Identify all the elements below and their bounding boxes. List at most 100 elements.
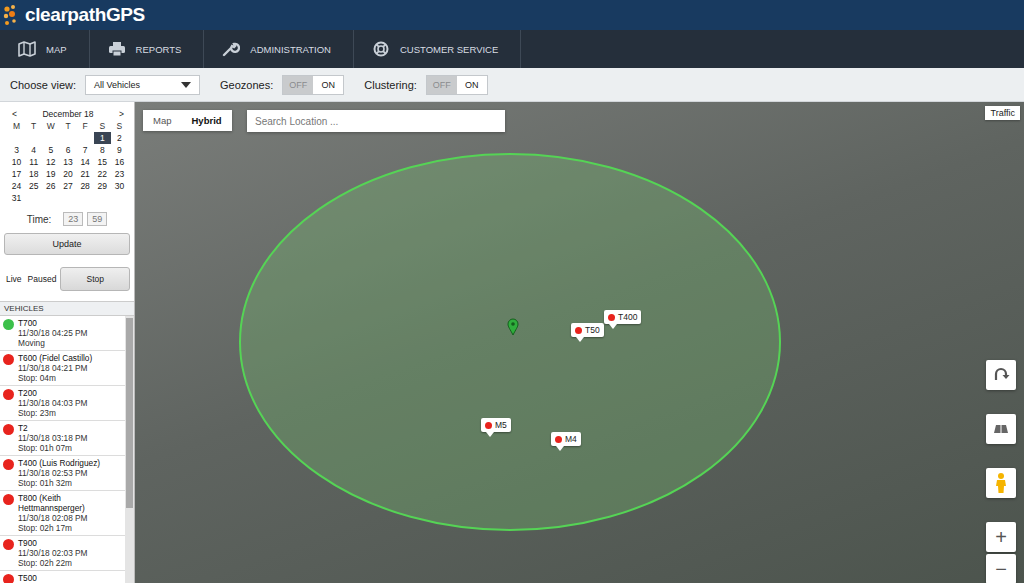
calendar-day[interactable]: 21 bbox=[77, 168, 94, 180]
calendar-day[interactable]: 6 bbox=[59, 144, 76, 156]
playback-option[interactable]: Paused bbox=[26, 274, 59, 284]
status-dot bbox=[3, 494, 14, 505]
toggle-option[interactable]: ON bbox=[313, 76, 343, 94]
calendar-day[interactable]: 13 bbox=[59, 156, 76, 168]
calendar-day[interactable]: 1 bbox=[94, 132, 111, 144]
prev-month-button[interactable]: < bbox=[12, 108, 17, 120]
rotate-icon bbox=[992, 366, 1010, 384]
vehicle-row[interactable]: T700 11/30/18 04:25 PM Moving bbox=[0, 316, 125, 351]
calendar-day[interactable]: 3 bbox=[8, 144, 25, 156]
vehicle-row[interactable]: T500 bbox=[0, 571, 125, 583]
view-dropdown[interactable]: All Vehicles bbox=[85, 75, 200, 95]
calendar-month: December 18 bbox=[42, 108, 93, 120]
minute-field[interactable]: 59 bbox=[87, 212, 107, 226]
calendar: < December 18 > MTWTFSS 1234567891011121… bbox=[0, 102, 134, 204]
vehicle-row[interactable]: T400 (Luis Rodriguez) 11/30/18 02:53 PM … bbox=[0, 456, 125, 491]
calendar-day bbox=[59, 132, 76, 144]
main-body: < December 18 > MTWTFSS 1234567891011121… bbox=[0, 102, 1024, 583]
nav-item[interactable]: CUSTOMER SERVICE bbox=[354, 30, 521, 68]
vehicle-marker[interactable]: M4 bbox=[551, 432, 581, 446]
calendar-day[interactable]: 23 bbox=[111, 168, 128, 180]
weekday: T bbox=[59, 120, 76, 132]
calendar-day[interactable]: 27 bbox=[59, 180, 76, 192]
dropdown-arrow-icon bbox=[181, 82, 191, 88]
calendar-day[interactable]: 15 bbox=[94, 156, 111, 168]
calendar-header: < December 18 > bbox=[8, 108, 128, 120]
vehicle-name: T500 bbox=[18, 573, 37, 583]
vehicle-row[interactable]: T600 (Fidel Castillo) 11/30/18 04:21 PM … bbox=[0, 351, 125, 386]
vehicle-marker[interactable]: T50 bbox=[571, 323, 604, 337]
calendar-day[interactable]: 26 bbox=[42, 180, 59, 192]
toggle-option[interactable]: OFF bbox=[283, 76, 313, 94]
nav-item[interactable]: MAP bbox=[0, 30, 90, 68]
calendar-day[interactable]: 11 bbox=[25, 156, 42, 168]
map-type-tabs: MapHybrid bbox=[143, 110, 232, 131]
calendar-week: 10111213141516 bbox=[8, 156, 128, 168]
playback-option[interactable]: Stop bbox=[60, 267, 130, 291]
tilt-button[interactable] bbox=[986, 414, 1016, 444]
vehicle-marker[interactable]: T400 bbox=[604, 310, 641, 324]
hour-field[interactable]: 23 bbox=[63, 212, 83, 226]
toggle-option[interactable]: ON bbox=[457, 76, 487, 94]
calendar-day[interactable]: 25 bbox=[25, 180, 42, 192]
calendar-day[interactable]: 10 bbox=[8, 156, 25, 168]
calendar-day[interactable]: 16 bbox=[111, 156, 128, 168]
calendar-day[interactable]: 20 bbox=[59, 168, 76, 180]
geozone-center-pin-icon[interactable] bbox=[507, 318, 519, 336]
scrollbar[interactable] bbox=[125, 316, 134, 583]
logo[interactable]: clearpathGPS bbox=[2, 4, 145, 26]
calendar-day[interactable]: 18 bbox=[25, 168, 42, 180]
map-type-tab[interactable]: Map bbox=[143, 110, 181, 131]
vehicle-marker[interactable]: M5 bbox=[481, 418, 511, 432]
calendar-day[interactable]: 30 bbox=[111, 180, 128, 192]
map[interactable]: T50 T400 M5 M4 MapHybrid Traffic + − bbox=[135, 102, 1024, 583]
calendar-day[interactable]: 9 bbox=[111, 144, 128, 156]
calendar-day[interactable]: 12 bbox=[42, 156, 59, 168]
update-button[interactable]: Update bbox=[4, 233, 130, 255]
playback-option[interactable]: Live bbox=[4, 274, 24, 284]
vehicle-date: 11/30/18 03:18 PM bbox=[18, 433, 88, 443]
calendar-day[interactable]: 28 bbox=[77, 180, 94, 192]
calendar-day[interactable]: 24 bbox=[8, 180, 25, 192]
calendar-day[interactable]: 31 bbox=[8, 192, 25, 204]
next-month-button[interactable]: > bbox=[119, 108, 124, 120]
calendar-day[interactable]: 2 bbox=[111, 132, 128, 144]
vehicle-row[interactable]: T800 (Keith Hettmannsperger) 11/30/18 02… bbox=[0, 491, 125, 536]
calendar-day[interactable]: 22 bbox=[94, 168, 111, 180]
vehicle-name: T200 bbox=[18, 388, 88, 398]
vehicle-row[interactable]: T2 11/30/18 03:18 PM Stop: 01h 07m bbox=[0, 421, 125, 456]
calendar-day[interactable]: 17 bbox=[8, 168, 25, 180]
calendar-day[interactable]: 5 bbox=[42, 144, 59, 156]
zoom-in-button[interactable]: + bbox=[986, 522, 1016, 552]
nav-label: MAP bbox=[46, 44, 67, 55]
calendar-day[interactable]: 8 bbox=[94, 144, 111, 156]
search-location-input[interactable] bbox=[247, 110, 505, 132]
vehicle-info: T600 (Fidel Castillo) 11/30/18 04:21 PM … bbox=[18, 353, 92, 383]
calendar-day[interactable]: 19 bbox=[42, 168, 59, 180]
calendar-day[interactable]: 14 bbox=[77, 156, 94, 168]
status-dot bbox=[3, 539, 14, 550]
calendar-day[interactable]: 29 bbox=[94, 180, 111, 192]
app: clearpathGPS MAP REPORTS ADMINISTRATION … bbox=[0, 0, 1024, 583]
nav-item[interactable]: REPORTS bbox=[90, 30, 205, 68]
calendar-day[interactable]: 7 bbox=[77, 144, 94, 156]
toggle-option[interactable]: OFF bbox=[427, 76, 457, 94]
toggle-switch[interactable]: OFFON bbox=[282, 75, 344, 95]
zoom-out-button[interactable]: − bbox=[986, 554, 1016, 583]
scrollbar-thumb[interactable] bbox=[126, 318, 133, 508]
map-type-tab[interactable]: Hybrid bbox=[181, 110, 231, 131]
geozone-circle[interactable] bbox=[135, 102, 1024, 583]
street-view-button[interactable] bbox=[986, 468, 1016, 498]
marker-dot bbox=[555, 436, 562, 443]
vehicle-status: Stop: 01h 32m bbox=[18, 478, 100, 488]
calendar-day[interactable]: 4 bbox=[25, 144, 42, 156]
traffic-button[interactable]: Traffic bbox=[985, 106, 1020, 120]
calendar-day bbox=[8, 132, 25, 144]
wrench-icon bbox=[222, 41, 240, 57]
rotate-button[interactable] bbox=[986, 360, 1016, 390]
vehicle-row[interactable]: T900 11/30/18 02:03 PM Stop: 02h 22m bbox=[0, 536, 125, 571]
lifebuoy-icon bbox=[372, 41, 390, 57]
toggle-switch[interactable]: OFFON bbox=[426, 75, 488, 95]
vehicle-row[interactable]: T200 11/30/18 04:03 PM Stop: 23m bbox=[0, 386, 125, 421]
nav-item[interactable]: ADMINISTRATION bbox=[204, 30, 354, 68]
